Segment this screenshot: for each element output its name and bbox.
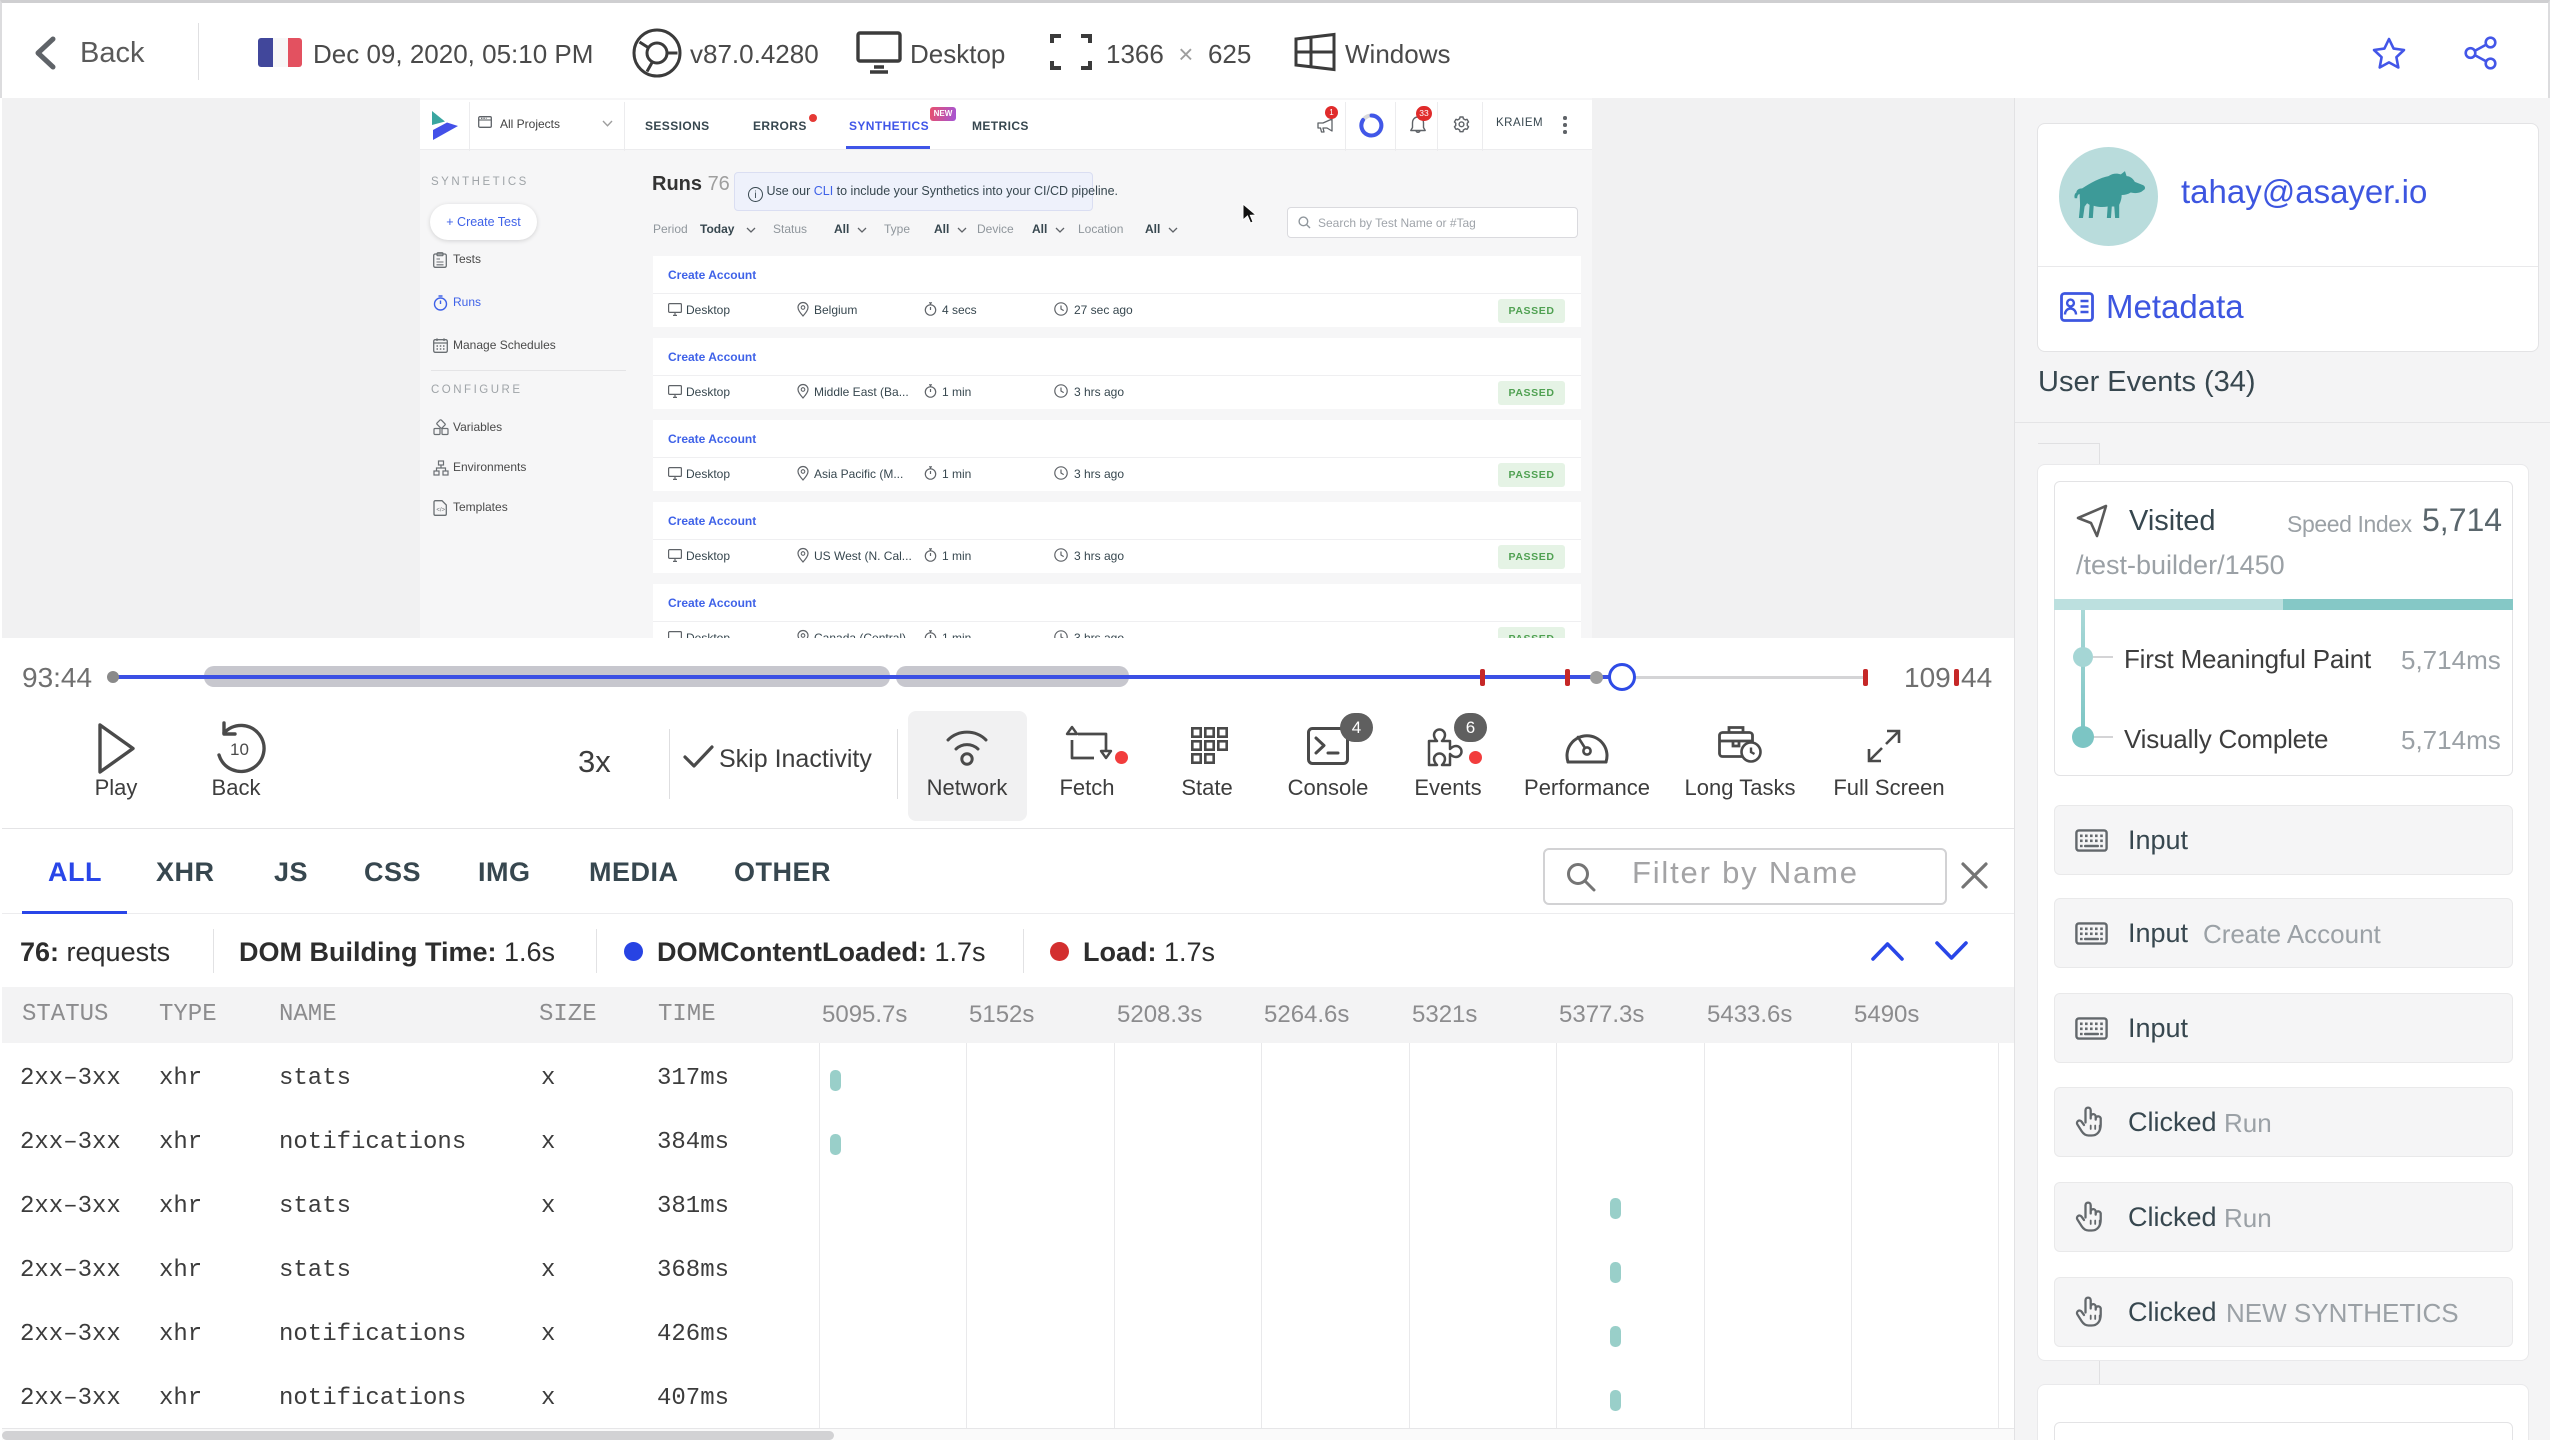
svg-text:</>: </> — [436, 508, 445, 514]
svg-text:10: 10 — [230, 740, 249, 759]
